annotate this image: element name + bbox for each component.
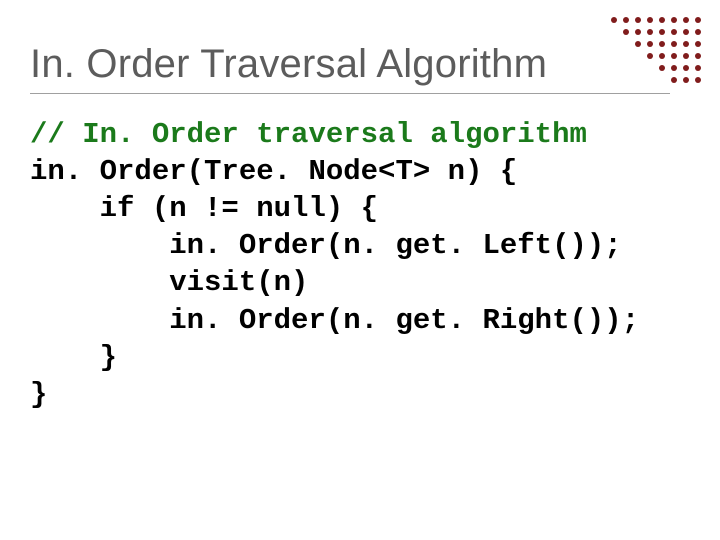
code-block: // In. Order traversal algorithm in. Ord…	[30, 116, 690, 413]
code-line: if (n != null) {	[30, 192, 378, 225]
title-underline	[30, 93, 670, 94]
code-comment: // In. Order traversal algorithm	[30, 118, 587, 151]
code-line: in. Order(n. get. Right());	[30, 304, 639, 337]
decorative-dots	[584, 10, 704, 90]
code-line: }	[30, 341, 117, 374]
code-line: in. Order(Tree. Node<T> n) {	[30, 155, 517, 188]
code-line: in. Order(n. get. Left());	[30, 229, 622, 262]
slide: In. Order Traversal Algorithm // In. Ord…	[0, 0, 720, 540]
code-line: }	[30, 378, 47, 411]
code-line: visit(n)	[30, 266, 308, 299]
